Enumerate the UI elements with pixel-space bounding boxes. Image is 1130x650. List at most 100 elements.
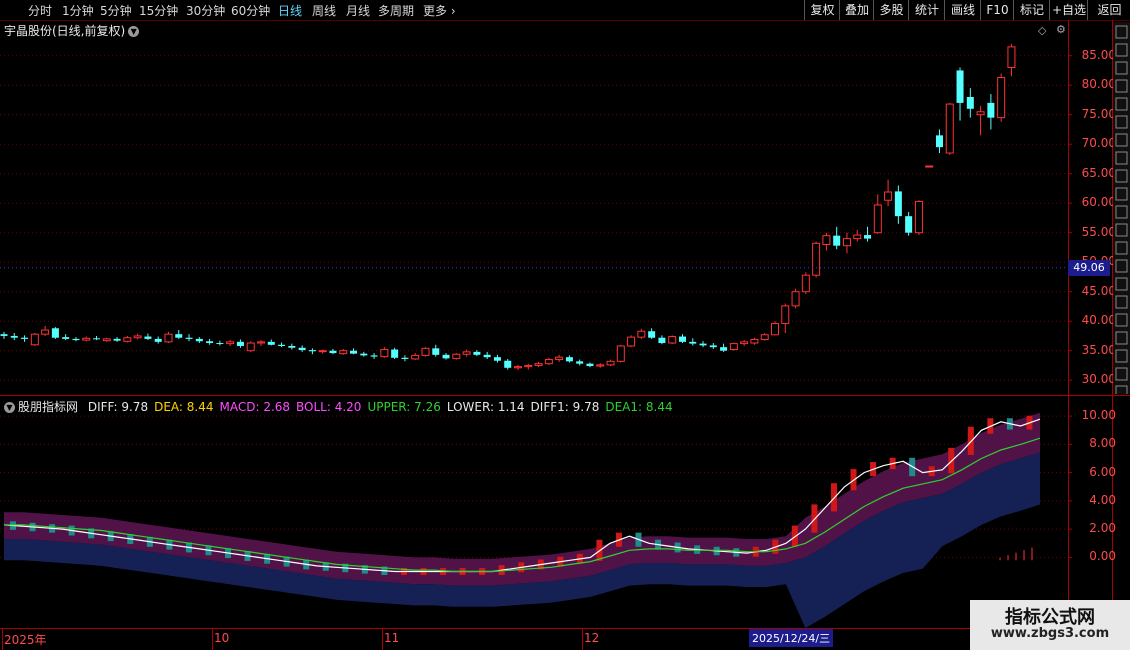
candle [720, 343, 728, 352]
candle [833, 226, 841, 250]
candle [267, 339, 275, 346]
indicator-value: DIFF1: 9.78 [530, 400, 600, 414]
cursor-date: 2025/12/24/三 [749, 629, 834, 647]
candle [350, 348, 358, 355]
candle [544, 357, 553, 365]
candle [637, 328, 646, 339]
candle [82, 336, 91, 342]
candle [452, 353, 461, 360]
price-tick-label: 65.00 [1081, 165, 1116, 180]
candle [925, 165, 934, 168]
candle [822, 232, 831, 251]
candle [976, 105, 985, 136]
candle [689, 338, 697, 346]
candle [842, 232, 851, 254]
candle [473, 350, 481, 357]
candle [864, 226, 872, 242]
candle [812, 241, 821, 278]
candle [514, 364, 522, 371]
price-tick-label: 30.00 [1081, 372, 1116, 387]
candle [339, 348, 348, 355]
candle [380, 347, 389, 358]
candle [21, 335, 29, 342]
candle [195, 337, 203, 344]
candle [144, 333, 152, 341]
candle [884, 179, 893, 207]
price-tick-label: 85.00 [1081, 47, 1116, 62]
candle [133, 333, 142, 340]
candle [524, 363, 533, 370]
watermark-logo: 指标公式网 www.zbgs3.com [970, 600, 1130, 650]
indicator-tick-label: 2.00 [1089, 521, 1116, 536]
candle [329, 348, 337, 355]
candle [154, 336, 162, 344]
indicator-tick-label: 8.00 [1089, 436, 1116, 451]
candle [0, 331, 8, 339]
x-tick-label: 10 [214, 631, 230, 645]
x-tick-label: 12 [584, 631, 600, 645]
candle [411, 353, 420, 361]
candle [914, 200, 923, 236]
candle [123, 335, 132, 343]
candle [30, 333, 39, 346]
candle [41, 325, 50, 336]
indicator-tick-label: 4.00 [1089, 492, 1116, 507]
candle [905, 212, 913, 236]
candle [246, 341, 255, 352]
candle [442, 353, 450, 360]
candle [596, 363, 605, 368]
indicator-values: DIFF: 9.78 DEA: 8.44 MACD: 2.68 BOLL: 4.20 U… [88, 400, 679, 414]
candle [987, 94, 995, 130]
candle [565, 355, 573, 363]
candle [771, 321, 779, 336]
candle [668, 335, 677, 345]
candle [894, 185, 902, 224]
candle [781, 303, 790, 333]
candle [483, 351, 491, 359]
indicator-value: DEA: 8.44 [154, 400, 214, 414]
candle [185, 334, 193, 342]
candle [616, 344, 625, 363]
price-tick-label: 70.00 [1081, 136, 1116, 151]
candle [534, 361, 543, 368]
candle [740, 340, 749, 346]
price-tick-label: 40.00 [1081, 313, 1116, 328]
x-tick-label: 11 [384, 631, 400, 645]
price-tick-label: 75.00 [1081, 106, 1116, 121]
indicator-tick-label: 10.00 [1081, 408, 1116, 423]
candle [62, 334, 70, 341]
candle [791, 288, 800, 309]
candle [318, 349, 327, 354]
candle [729, 342, 738, 351]
candle [370, 353, 378, 359]
candle [493, 354, 501, 363]
candle [966, 88, 974, 118]
last-price-tag: 49.06 [1068, 259, 1110, 276]
candle [555, 354, 564, 362]
candle [391, 347, 399, 359]
indicator-name[interactable]: 股朋指标网 [18, 400, 78, 414]
candle [606, 359, 615, 367]
indicator-value: DEA1: 8.44 [605, 400, 673, 414]
candle [935, 129, 943, 154]
indicator-value: LOWER: 1.14 [446, 400, 525, 414]
candle [175, 330, 183, 339]
candle [93, 335, 101, 341]
price-tick-label: 35.00 [1081, 342, 1116, 357]
candle [51, 327, 59, 339]
price-tick-label: 60.00 [1081, 195, 1116, 210]
candle [504, 358, 512, 370]
side-info-strip[interactable] [1113, 22, 1130, 394]
candle [853, 229, 862, 242]
candle [658, 335, 666, 345]
candle [648, 328, 656, 339]
candle [627, 335, 636, 348]
indicator-header: ▼ 股朋指标网 DIFF: 9.78 DEA: 8.44 MACD: 2.68 BOLL… [4, 398, 685, 415]
candle [586, 362, 594, 368]
chevron-down-icon[interactable]: ▼ [4, 402, 15, 413]
watermark-url: www.zbgs3.com [990, 626, 1110, 641]
candle [432, 344, 440, 357]
kline-chart [0, 20, 1130, 650]
indicator-value: UPPER: 7.26 [367, 400, 441, 414]
candle [257, 340, 265, 346]
